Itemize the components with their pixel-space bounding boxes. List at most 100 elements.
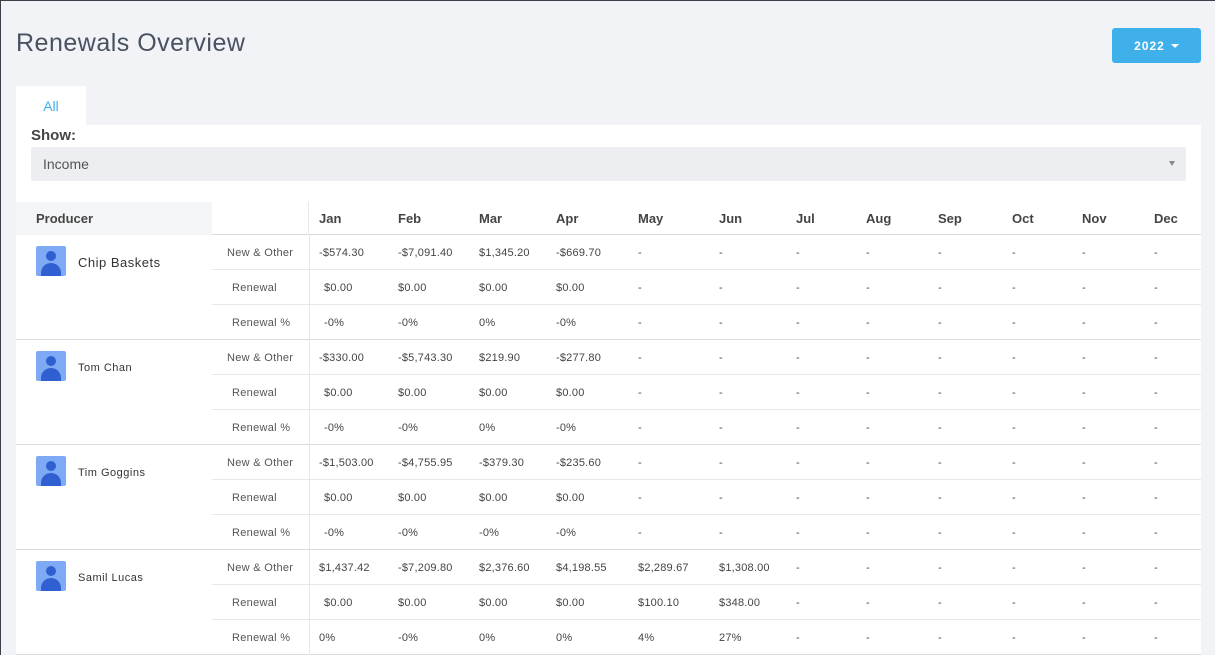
month-header-nov: Nov [1082, 211, 1107, 226]
table-cell: -$574.30 [319, 246, 365, 259]
tab-all[interactable]: All [16, 86, 86, 126]
year-selector-label: 2022 [1134, 38, 1165, 53]
month-header-sep: Sep [938, 211, 962, 226]
table-cell: -0% [398, 526, 419, 539]
table-cell: - [1082, 456, 1086, 469]
table-row: New & Other -$1,503.00 -$4,755.95 -$379.30 -… [212, 445, 1201, 480]
table-cell: - [938, 421, 942, 434]
table-cell: - [1154, 456, 1158, 469]
table-cell: - [638, 246, 642, 259]
table-cell: - [1012, 351, 1016, 364]
caret-down-icon [1170, 43, 1179, 48]
table-cell: - [1012, 631, 1016, 644]
table-cell: - [866, 386, 870, 399]
show-select-value: Income [43, 156, 89, 172]
producer-name[interactable]: Samil Lucas [78, 572, 143, 584]
avatar-icon [36, 456, 66, 486]
row-label-column-header [212, 202, 309, 235]
table-cell: -0% [324, 526, 345, 539]
table-cell: 4% [638, 631, 655, 644]
avatar-icon [36, 351, 66, 381]
metric-label: New & Other [227, 561, 294, 574]
table-cell: - [866, 596, 870, 609]
table-cell: - [1154, 386, 1158, 399]
table-cell: 0% [479, 421, 496, 434]
table-cell: - [866, 351, 870, 364]
table-cell: - [638, 491, 642, 504]
month-header-apr: Apr [556, 211, 579, 226]
table-cell: $1,437.42 [319, 561, 370, 574]
producer-name[interactable]: Chip Baskets [78, 255, 161, 270]
table-cell: - [1154, 491, 1158, 504]
table-cell: $219.90 [479, 351, 521, 364]
table-cell: - [796, 631, 800, 644]
table-cell: - [1082, 561, 1086, 574]
metric-label: Renewal % [232, 526, 291, 539]
table-cell: -0% [398, 631, 419, 644]
table-cell: -0% [324, 316, 345, 329]
table-row: Renewal % -0% -0% 0% -0% - - - - - - - - [212, 305, 1201, 340]
show-select[interactable]: Income [31, 147, 1186, 181]
producer-name[interactable]: Tim Goggins [78, 467, 145, 479]
table-cell: 27% [719, 631, 742, 644]
table-cell: - [938, 561, 942, 574]
table-cell: - [638, 316, 642, 329]
producer-group: Samil Lucas New & Other $1,437.42 -$7,209.8… [16, 550, 1201, 655]
table-cell: - [1154, 281, 1158, 294]
table-cell: - [1082, 316, 1086, 329]
table-row: New & Other -$330.00 -$5,743.30 $219.90 -$27… [212, 340, 1201, 375]
table-cell: - [938, 351, 942, 364]
table-cell: - [796, 421, 800, 434]
table-cell: - [719, 386, 723, 399]
table-cell: - [1154, 631, 1158, 644]
table-row: Renewal $0.00 $0.00 $0.00 $0.00 - - - - - - - - [212, 480, 1201, 515]
producer-name[interactable]: Tom Chan [78, 362, 132, 374]
table-cell: - [1082, 246, 1086, 259]
table-cell: - [719, 421, 723, 434]
table-cell: $0.00 [398, 386, 427, 399]
table-cell: 0% [556, 631, 573, 644]
metric-label: Renewal [232, 386, 277, 399]
table-cell: -$5,743.30 [398, 351, 453, 364]
producer-group: Chip Baskets New & Other -$574.30 -$7,091.4… [16, 235, 1201, 340]
table-cell: - [796, 491, 800, 504]
table-cell: -0% [398, 421, 419, 434]
table-cell: $1,345.20 [479, 246, 530, 259]
table-cell: - [1012, 316, 1016, 329]
month-header-aug: Aug [866, 211, 892, 226]
table-cell: -$1,503.00 [319, 456, 374, 469]
table-row: Renewal % 0% -0% 0% 0% 4% 27% - - - - - - [212, 620, 1201, 655]
table-cell: - [1012, 386, 1016, 399]
month-header-jan: Jan [319, 211, 342, 226]
table-cell: - [796, 351, 800, 364]
metric-label: Renewal % [232, 421, 291, 434]
table-cell: $0.00 [398, 491, 427, 504]
table-cell: - [1154, 316, 1158, 329]
table-cell: $100.10 [638, 596, 680, 609]
table-cell: - [719, 316, 723, 329]
metric-label: Renewal [232, 491, 277, 504]
month-header-mar: Mar [479, 211, 503, 226]
table-header: Producer Jan Feb Mar Apr May Jun Jul Aug Sep Oct N… [16, 202, 1201, 235]
month-header-dec: Dec [1154, 211, 1178, 226]
table-cell: 0% [319, 631, 336, 644]
table-cell: - [1154, 526, 1158, 539]
month-header-feb: Feb [398, 211, 422, 226]
table-cell: - [938, 246, 942, 259]
year-selector-button[interactable]: 2022 [1112, 28, 1201, 63]
table-cell: $0.00 [398, 596, 427, 609]
table-cell: $348.00 [719, 596, 761, 609]
table-cell: - [1154, 351, 1158, 364]
table-cell: - [796, 316, 800, 329]
table-cell: - [796, 596, 800, 609]
table-cell: - [1012, 491, 1016, 504]
table-cell: - [719, 246, 723, 259]
table-cell: - [638, 281, 642, 294]
metric-label: Renewal % [232, 316, 291, 329]
metric-label: New & Other [227, 246, 294, 259]
show-label: Show: [31, 127, 76, 144]
avatar-icon [36, 561, 66, 591]
page-title: Renewals Overview [16, 29, 246, 57]
table-cell: - [1082, 421, 1086, 434]
table-cell: $0.00 [398, 281, 427, 294]
